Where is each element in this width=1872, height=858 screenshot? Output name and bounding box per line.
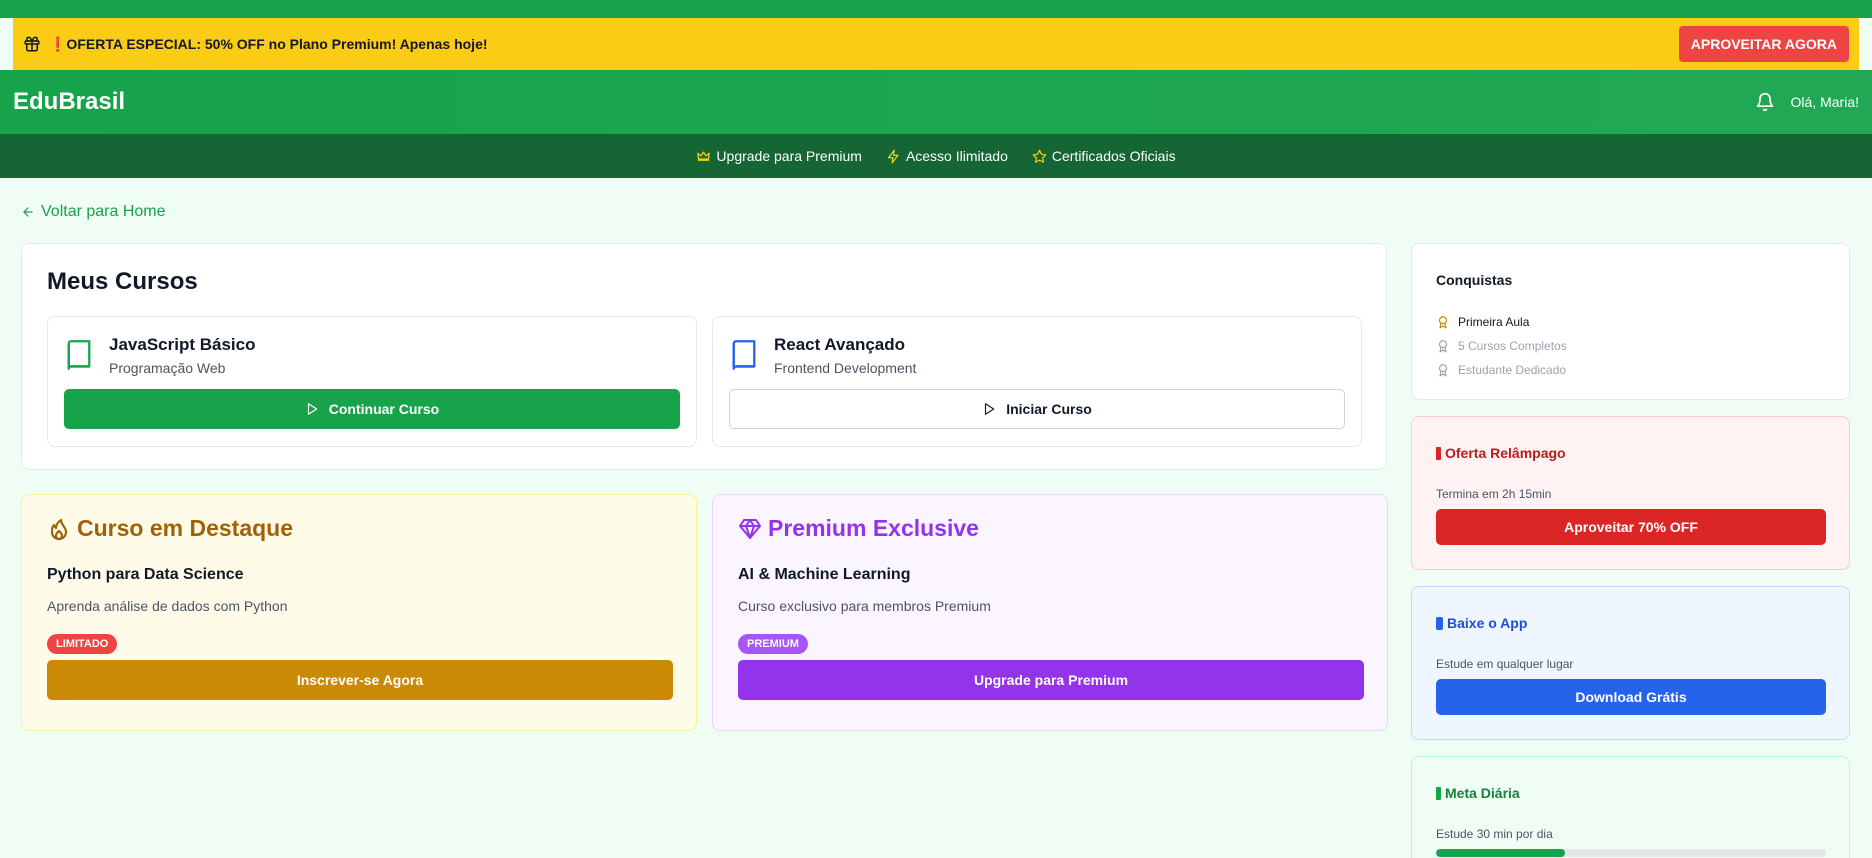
back-to-home-link[interactable]: Voltar para Home — [21, 203, 166, 221]
premium-course-description: Curso exclusivo para membros Premium — [738, 598, 991, 614]
play-icon — [307, 403, 318, 415]
site-logo[interactable]: EduBrasil — [13, 88, 125, 116]
achievement-item: Primeira Aula — [1436, 310, 1825, 334]
featured-course-description: Aprenda análise de dados com Python — [47, 598, 288, 614]
diamond-icon — [739, 518, 761, 539]
button-label: Continuar Curso — [328, 401, 440, 417]
gift-icon — [23, 35, 41, 53]
course-card-javascript: JavaScript Básico Programação Web Contin… — [47, 316, 697, 447]
premium-badge: PREMIUM — [738, 634, 808, 654]
achievement-label: Primeira Aula — [1458, 315, 1530, 329]
subnav-item-upgrade[interactable]: Upgrade para Premium — [696, 148, 862, 164]
course-card-react: React Avançado Frontend Development Inic… — [712, 316, 1362, 447]
button-label: Iniciar Curso — [1006, 401, 1092, 417]
daily-goal-description: Estude 30 min por dia — [1436, 827, 1553, 841]
achievement-item: 5 Cursos Completos — [1436, 334, 1825, 358]
premium-subnav: Upgrade para Premium Acesso Ilimitado Ce… — [0, 134, 1872, 178]
start-course-button[interactable]: Iniciar Curso — [729, 389, 1345, 429]
main-header: EduBrasil Olá, Maria! — [0, 70, 1872, 134]
subnav-label: Certificados Oficiais — [1051, 148, 1176, 164]
book-icon — [732, 340, 756, 370]
flash-offer-timer: Termina em 2h 15min — [1436, 487, 1552, 501]
featured-course-card: Curso em Destaque Python para Data Scien… — [21, 494, 697, 731]
flame-icon — [50, 518, 68, 540]
achievements-title: Conquistas — [1436, 272, 1513, 288]
premium-title: Premium Exclusive — [738, 515, 1362, 542]
course-title: JavaScript Básico — [109, 335, 256, 354]
my-courses-card: Meus Cursos JavaScript Básico Programaçã… — [21, 243, 1387, 470]
achievement-item: Estudante Dedicado — [1436, 358, 1825, 382]
play-icon — [985, 403, 995, 415]
premium-course-name: AI & Machine Learning — [738, 566, 911, 583]
flash-offer-title: Oferta Relâmpago — [1436, 445, 1825, 461]
user-greeting[interactable]: Olá, Maria! — [1791, 94, 1859, 110]
medal-icon — [1438, 364, 1448, 377]
back-link-label: Voltar para Home — [41, 203, 166, 220]
subnav-label: Upgrade para Premium — [716, 148, 862, 164]
featured-title: Curso em Destaque — [47, 515, 671, 542]
premium-title-text: Premium Exclusive — [768, 515, 979, 541]
flash-offer-button[interactable]: Aproveitar 70% OFF — [1436, 509, 1826, 545]
crown-icon — [697, 151, 711, 161]
promo-text: ❗OFERTA ESPECIAL: 50% OFF no Plano Premi… — [49, 35, 488, 52]
header-user-area: Olá, Maria! — [1755, 92, 1859, 112]
lightning-icon — [887, 149, 899, 163]
subnav-label: Acesso Ilimitado — [905, 148, 1008, 164]
achievements-list: Primeira Aula 5 Cursos Completos Estudan… — [1436, 310, 1825, 382]
subnav-item-unlimited[interactable]: Acesso Ilimitado — [886, 148, 1008, 164]
premium-course-card: Premium Exclusive AI & Machine Learning … — [712, 494, 1388, 731]
flash-offer-title-text: Oferta Relâmpago — [1445, 445, 1566, 461]
daily-goal-title-text: Meta Diária — [1445, 785, 1520, 801]
arrow-left-icon — [23, 207, 33, 217]
my-courses-title: Meus Cursos — [47, 268, 198, 295]
course-title: React Avançado — [774, 335, 906, 354]
download-app-button[interactable]: Download Grátis — [1436, 679, 1826, 715]
daily-goal-progress-fill — [1436, 849, 1565, 857]
medal-icon — [1438, 340, 1448, 353]
app-download-title-text: Baixe o App — [1447, 615, 1528, 631]
app-download-description: Estude em qualquer lugar — [1436, 657, 1574, 671]
alert-marker-icon — [1436, 446, 1441, 460]
book-icon — [67, 340, 91, 370]
featured-title-text: Curso em Destaque — [77, 515, 294, 541]
upgrade-premium-button[interactable]: Upgrade para Premium — [738, 660, 1364, 700]
limited-badge: LIMITADO — [47, 634, 118, 654]
promo-cta-button[interactable]: APROVEITAR AGORA — [1678, 26, 1849, 62]
goal-marker-icon — [1436, 786, 1441, 800]
continue-course-button[interactable]: Continuar Curso — [64, 389, 680, 429]
course-subtitle: Programação Web — [109, 360, 226, 376]
promo-banner: ❗OFERTA ESPECIAL: 50% OFF no Plano Premi… — [13, 18, 1859, 70]
medal-icon — [1438, 316, 1448, 329]
achievement-label: Estudante Dedicado — [1458, 363, 1567, 377]
star-icon — [1032, 149, 1047, 163]
subnav-item-certificates[interactable]: Certificados Oficiais — [1032, 148, 1176, 164]
phone-icon — [1436, 616, 1443, 630]
daily-goal-progress-bar — [1436, 849, 1826, 857]
daily-goal-title: Meta Diária — [1436, 785, 1825, 801]
course-subtitle: Frontend Development — [774, 360, 917, 376]
top-accent-strip — [0, 0, 1872, 18]
app-download-card: Baixe o App Estude em qualquer lugar Dow… — [1411, 586, 1850, 740]
achievement-label: 5 Cursos Completos — [1458, 339, 1567, 353]
bell-icon[interactable] — [1755, 92, 1775, 112]
achievements-card: Conquistas Primeira Aula 5 Cursos Comple… — [1411, 243, 1850, 400]
app-download-title: Baixe o App — [1436, 615, 1825, 631]
daily-goal-card: Meta Diária Estude 30 min por dia — [1411, 756, 1850, 858]
enroll-now-button[interactable]: Inscrever-se Agora — [47, 660, 673, 700]
flash-offer-card: Oferta Relâmpago Termina em 2h 15min Apr… — [1411, 416, 1850, 570]
featured-course-name: Python para Data Science — [47, 566, 244, 583]
